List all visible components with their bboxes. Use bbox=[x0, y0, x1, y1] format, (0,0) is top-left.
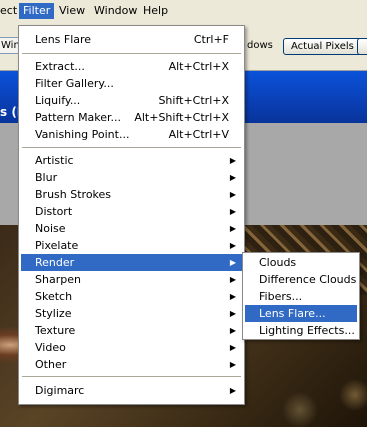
menu-item-label: Artistic bbox=[35, 154, 74, 167]
menu-item-label: Pattern Maker... bbox=[35, 111, 122, 124]
menu-item-label: Distort bbox=[35, 205, 73, 218]
menu-separator bbox=[22, 376, 241, 377]
menu-item-liquify[interactable]: Liquify... Shift+Ctrl+X bbox=[21, 92, 242, 109]
submenu-arrow-icon: ▶ bbox=[229, 309, 236, 318]
menu-item-texture[interactable]: Texture ▶ bbox=[21, 322, 242, 339]
menu-item-shortcut: Alt+Ctrl+V bbox=[168, 128, 229, 141]
submenu-arrow-icon: ▶ bbox=[229, 207, 236, 216]
submenu-arrow-icon: ▶ bbox=[229, 360, 236, 369]
submenu-arrow-icon: ▶ bbox=[229, 258, 236, 267]
menu-window[interactable]: Window bbox=[90, 3, 141, 19]
menu-item-label: Brush Strokes bbox=[35, 188, 112, 201]
menu-help[interactable]: Help bbox=[139, 3, 172, 19]
menu-item-label: Stylize bbox=[35, 307, 72, 320]
submenu-arrow-icon: ▶ bbox=[229, 386, 236, 395]
menu-item-brush-strokes[interactable]: Brush Strokes ▶ bbox=[21, 186, 242, 203]
menu-item-extract[interactable]: Extract... Alt+Ctrl+X bbox=[21, 58, 242, 75]
menu-item-label: Lens Flare bbox=[35, 33, 92, 46]
menu-item-pixelate[interactable]: Pixelate ▶ bbox=[21, 237, 242, 254]
menu-select[interactable]: ect bbox=[0, 3, 21, 19]
menu-item-blur[interactable]: Blur ▶ bbox=[21, 169, 242, 186]
submenu-arrow-icon: ▶ bbox=[229, 173, 236, 182]
menu-item-shortcut: Ctrl+F bbox=[193, 33, 229, 46]
menu-item-label: Filter Gallery... bbox=[35, 77, 114, 90]
submenu-item-lens-flare[interactable]: Lens Flare... bbox=[245, 305, 357, 322]
submenu-item-label: Difference Clouds bbox=[259, 273, 357, 286]
submenu-item-label: Clouds bbox=[259, 256, 297, 269]
menu-item-video[interactable]: Video ▶ bbox=[21, 339, 242, 356]
submenu-arrow-icon: ▶ bbox=[229, 275, 236, 284]
menu-item-digimarc[interactable]: Digimarc ▶ bbox=[21, 382, 242, 399]
submenu-item-label: Lens Flare... bbox=[259, 307, 326, 320]
menu-item-stylize[interactable]: Stylize ▶ bbox=[21, 305, 242, 322]
menu-separator bbox=[22, 53, 241, 54]
menu-item-label: Other bbox=[35, 358, 67, 371]
menu-item-filter-gallery[interactable]: Filter Gallery... bbox=[21, 75, 242, 92]
menu-item-distort[interactable]: Distort ▶ bbox=[21, 203, 242, 220]
submenu-arrow-icon: ▶ bbox=[229, 292, 236, 301]
menu-item-label: Noise bbox=[35, 222, 66, 235]
menu-item-noise[interactable]: Noise ▶ bbox=[21, 220, 242, 237]
menu-item-artistic[interactable]: Artistic ▶ bbox=[21, 152, 242, 169]
menu-item-label: Sketch bbox=[35, 290, 73, 303]
menu-item-label: Liquify... bbox=[35, 94, 81, 107]
submenu-arrow-icon: ▶ bbox=[229, 326, 236, 335]
fit-screen-button[interactable] bbox=[357, 38, 367, 55]
menu-item-sketch[interactable]: Sketch ▶ bbox=[21, 288, 242, 305]
menu-bar: ect Filter View Window Help bbox=[0, 0, 367, 23]
menu-filter[interactable]: Filter bbox=[19, 3, 55, 19]
submenu-arrow-icon: ▶ bbox=[229, 241, 236, 250]
submenu-item-fibers[interactable]: Fibers... bbox=[245, 288, 357, 305]
menu-item-shortcut: Alt+Ctrl+X bbox=[168, 60, 229, 73]
menu-item-shortcut: Shift+Ctrl+X bbox=[158, 94, 229, 107]
filter-menu: Lens Flare Ctrl+F Extract... Alt+Ctrl+X … bbox=[18, 25, 245, 405]
menu-item-label: Video bbox=[35, 341, 66, 354]
menu-item-pattern-maker[interactable]: Pattern Maker... Alt+Shift+Ctrl+X bbox=[21, 109, 242, 126]
menu-item-vanishing-point[interactable]: Vanishing Point... Alt+Ctrl+V bbox=[21, 126, 242, 143]
menu-item-label: Vanishing Point... bbox=[35, 128, 130, 141]
submenu-arrow-icon: ▶ bbox=[229, 224, 236, 233]
ignore-palettes-label: dows bbox=[247, 40, 273, 51]
menu-item-label: Sharpen bbox=[35, 273, 81, 286]
menu-item-label: Render bbox=[35, 256, 75, 269]
menu-item-sharpen[interactable]: Sharpen ▶ bbox=[21, 271, 242, 288]
menu-item-label: Pixelate bbox=[35, 239, 79, 252]
menu-item-render[interactable]: Render ▶ bbox=[21, 254, 242, 271]
submenu-item-label: Lighting Effects... bbox=[259, 324, 355, 337]
menu-item-label: Texture bbox=[35, 324, 76, 337]
menu-item-other[interactable]: Other ▶ bbox=[21, 356, 242, 373]
actual-pixels-button[interactable]: Actual Pixels bbox=[283, 38, 362, 55]
render-submenu: Clouds Difference Clouds Fibers... Lens … bbox=[242, 252, 360, 340]
menu-item-shortcut: Alt+Shift+Ctrl+X bbox=[134, 111, 229, 124]
menu-view[interactable]: View bbox=[55, 3, 89, 19]
submenu-arrow-icon: ▶ bbox=[229, 343, 236, 352]
menu-separator bbox=[22, 147, 241, 148]
submenu-arrow-icon: ▶ bbox=[229, 190, 236, 199]
menu-item-label: Blur bbox=[35, 171, 58, 184]
submenu-item-clouds[interactable]: Clouds bbox=[245, 254, 357, 271]
submenu-item-label: Fibers... bbox=[259, 290, 303, 303]
submenu-arrow-icon: ▶ bbox=[229, 156, 236, 165]
menu-item-label: Digimarc bbox=[35, 384, 85, 397]
menu-item-lens-flare-last[interactable]: Lens Flare Ctrl+F bbox=[21, 31, 242, 48]
submenu-item-lighting-effects[interactable]: Lighting Effects... bbox=[245, 322, 357, 339]
submenu-item-difference-clouds[interactable]: Difference Clouds bbox=[245, 271, 357, 288]
menu-item-label: Extract... bbox=[35, 60, 85, 73]
